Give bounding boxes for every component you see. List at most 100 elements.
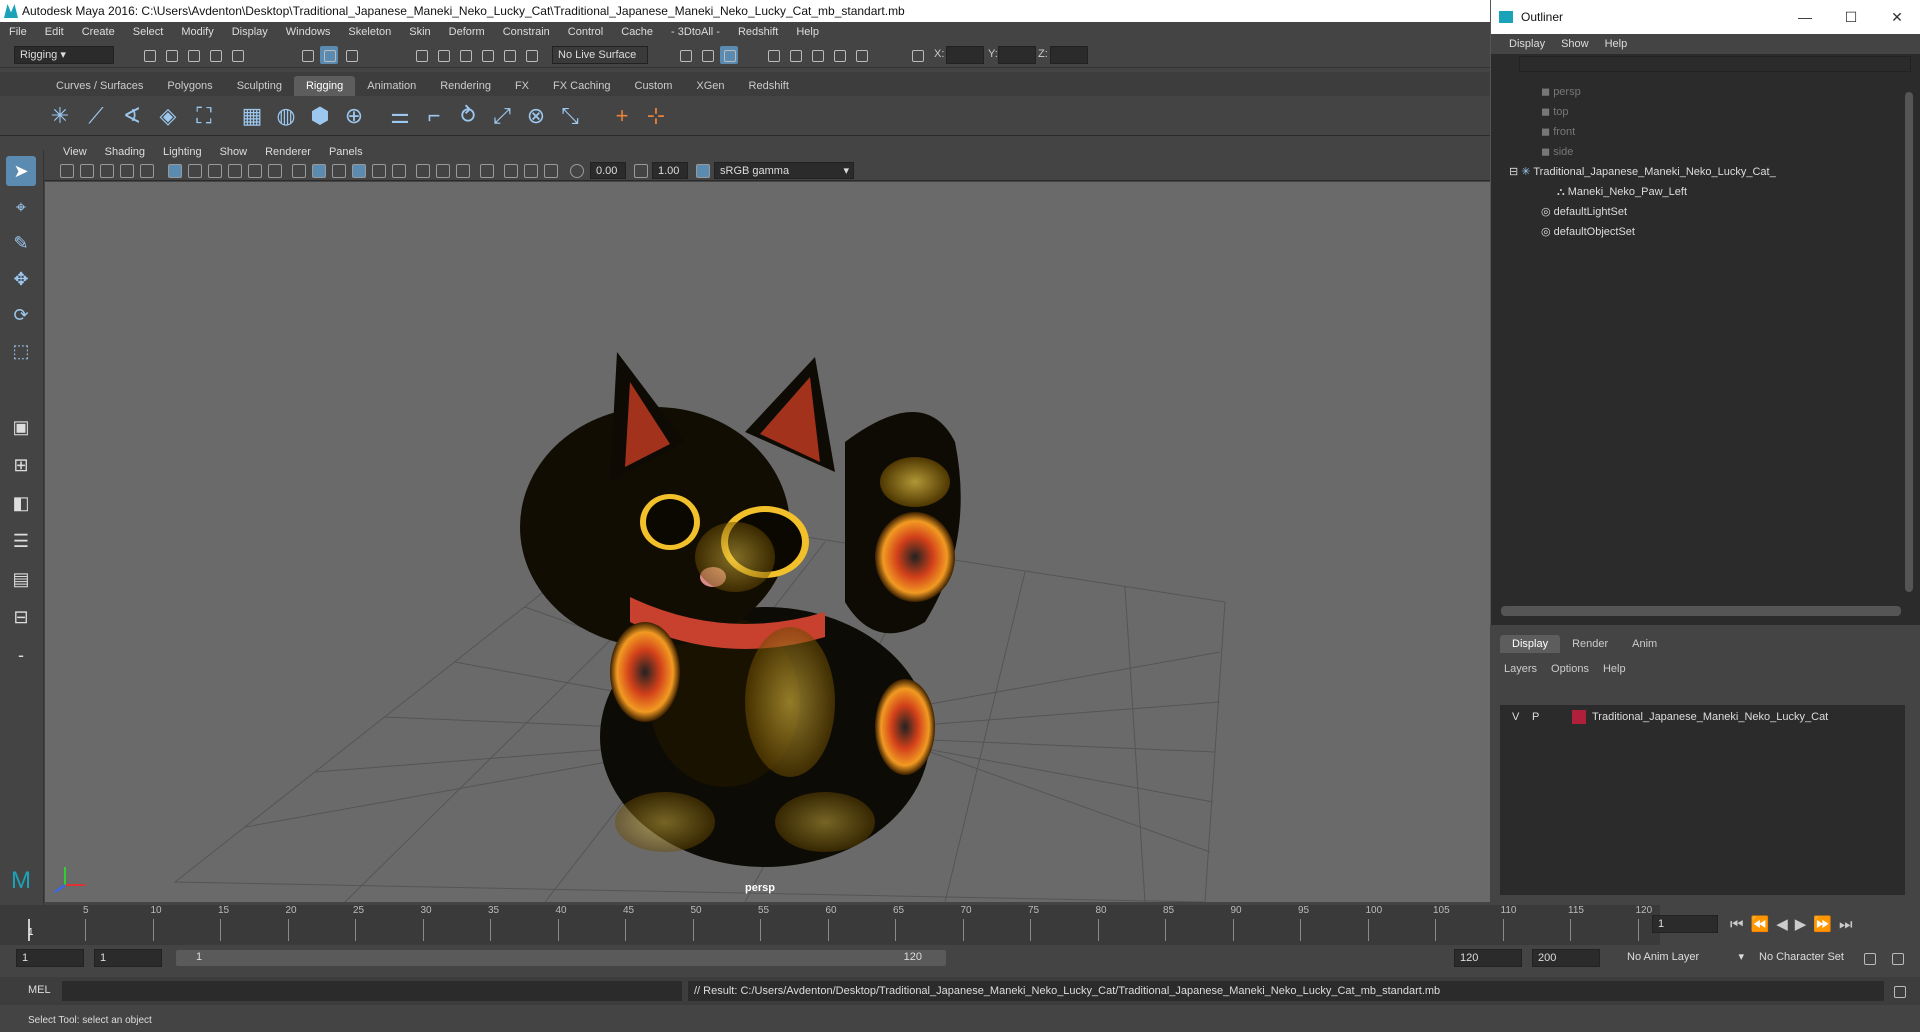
ik-spline-icon[interactable]: ∢	[118, 102, 146, 130]
layer-menu-options[interactable]: Options	[1551, 663, 1589, 675]
step-back-key-icon[interactable]: ⏪	[1751, 916, 1777, 933]
paint-select-icon[interactable]: ✎	[6, 228, 36, 258]
time-slider[interactable]: 1 5 10 15 20 25 30 35 40 45 50 55 60 65 70 75 80 85 90 95 1…	[0, 905, 1718, 945]
menu-edit[interactable]: Edit	[36, 26, 73, 38]
menu-select[interactable]: Select	[124, 26, 173, 38]
redshift-render-icon[interactable]	[830, 46, 848, 64]
wrap-icon[interactable]: ⬢	[306, 102, 334, 130]
paint-weights-icon[interactable]: ⌐	[420, 102, 448, 130]
outliner-menu-help[interactable]: Help	[1597, 38, 1636, 50]
playback-start-field[interactable]: 1	[94, 949, 162, 967]
start-time-field[interactable]: 1	[16, 949, 84, 967]
snap-point-icon[interactable]	[456, 46, 474, 64]
snap-surface-icon[interactable]	[500, 46, 518, 64]
ambient-occlusion-icon[interactable]	[480, 164, 494, 178]
shelf-tab-redshift[interactable]: Redshift	[737, 76, 801, 96]
playback-end-field[interactable]: 120	[1454, 949, 1522, 967]
menu-cache[interactable]: Cache	[612, 26, 662, 38]
lattice-icon[interactable]: ▦	[238, 102, 266, 130]
motion-blur-icon[interactable]	[504, 164, 518, 178]
shadows-icon[interactable]	[392, 164, 406, 178]
use-lights-icon[interactable]	[372, 164, 386, 178]
select-tool-icon[interactable]: ➤	[6, 156, 36, 186]
lasso-tool-icon[interactable]: ⌖	[6, 192, 36, 222]
step-back-icon[interactable]: ◀	[1776, 916, 1795, 933]
bind-skin-icon[interactable]: ⚌	[386, 102, 414, 130]
layer-visibility-toggle[interactable]: V	[1512, 707, 1519, 727]
image-plane-icon[interactable]	[120, 164, 134, 178]
select-hierarchy-icon[interactable]	[298, 46, 316, 64]
outliner-layout-icon[interactable]: ☰	[6, 526, 36, 556]
colorspace-dropdown[interactable]: sRGB gamma ▾	[714, 162, 854, 179]
shelf-tab-fx[interactable]: FX	[503, 76, 541, 96]
shelf-tab-polygons[interactable]: Polygons	[155, 76, 224, 96]
joint-tool-icon[interactable]: ✳	[46, 102, 74, 130]
outliner-item-paw[interactable]: ⛬ Maneki_Neko_Paw_Left	[1557, 182, 1687, 202]
transform-mode-icon[interactable]	[908, 46, 926, 64]
hypershade-icon[interactable]	[786, 46, 804, 64]
anim-layer-dropdown[interactable]: No Anim Layer ▾	[1622, 949, 1744, 967]
mel-label[interactable]: MEL	[28, 984, 51, 996]
menu-modify[interactable]: Modify	[172, 26, 222, 38]
cluster-icon[interactable]: ◍	[272, 102, 300, 130]
xray-icon[interactable]	[436, 164, 450, 178]
menu-redshift[interactable]: Redshift	[729, 26, 787, 38]
shelf-tab-custom[interactable]: Custom	[623, 76, 685, 96]
end-time-field[interactable]: 200	[1532, 949, 1600, 967]
render-region-icon[interactable]	[676, 46, 694, 64]
minimize-icon[interactable]: —	[1782, 0, 1828, 34]
outliner-item-top[interactable]: ◼ top	[1541, 102, 1568, 122]
sphere-render-icon[interactable]	[852, 46, 870, 64]
scale-tool-icon[interactable]: ⬚	[6, 336, 36, 366]
camera-select-icon[interactable]	[60, 164, 74, 178]
outliner-hscrollbar[interactable]	[1501, 606, 1901, 616]
save-scene-icon[interactable]	[184, 46, 202, 64]
shelf-tab-animation[interactable]: Animation	[355, 76, 428, 96]
menu-display[interactable]: Display	[223, 26, 277, 38]
film-gate-icon[interactable]	[188, 164, 202, 178]
color-management-icon[interactable]	[696, 164, 710, 178]
go-to-end-icon[interactable]: ⏭	[1839, 916, 1860, 933]
panel-menu-panels[interactable]: Panels	[320, 146, 372, 158]
collapse-icon[interactable]: -	[6, 640, 36, 670]
new-scene-icon[interactable]	[140, 46, 158, 64]
range-slider[interactable]: 1 120	[176, 950, 946, 966]
render-frame-icon[interactable]	[698, 46, 716, 64]
layer-tab-render[interactable]: Render	[1560, 635, 1620, 653]
smooth-skin-icon[interactable]: ⥁	[454, 102, 482, 130]
render-view-icon[interactable]	[808, 46, 826, 64]
step-forward-icon[interactable]: ⏩	[1813, 916, 1839, 933]
panel-menu-renderer[interactable]: Renderer	[256, 146, 320, 158]
shelf-tab-fx-caching[interactable]: FX Caching	[541, 76, 622, 96]
anim-prefs-icon[interactable]	[1888, 949, 1906, 967]
detach-skin-icon[interactable]: ⤡	[556, 102, 584, 130]
depth-of-field-icon[interactable]	[544, 164, 558, 178]
four-view-icon[interactable]: ⊞	[6, 450, 36, 480]
menu-3dtoall[interactable]: - 3DtoAll -	[662, 26, 729, 38]
two-view-icon[interactable]: ◧	[6, 488, 36, 518]
layer-tab-display[interactable]: Display	[1500, 635, 1561, 653]
x-field[interactable]	[946, 46, 984, 64]
render-settings-icon[interactable]	[764, 46, 782, 64]
wireframe-icon[interactable]	[292, 164, 306, 178]
live-surface-field[interactable]: No Live Surface	[552, 46, 648, 64]
shelf-tab-curves[interactable]: Curves / Surfaces	[44, 76, 155, 96]
rotate-tool-icon[interactable]: ⟳	[6, 300, 36, 330]
ipr-render-icon[interactable]	[720, 46, 738, 64]
snap-vertex-icon[interactable]	[522, 46, 540, 64]
field-chart-icon[interactable]	[248, 164, 262, 178]
outliner-filter-input[interactable]	[1519, 56, 1911, 72]
panel-menu-view[interactable]: View	[54, 146, 96, 158]
close-icon[interactable]: ✕	[1874, 0, 1920, 34]
menu-set-dropdown[interactable]: Rigging ▾	[14, 46, 114, 64]
resolution-gate-icon[interactable]	[208, 164, 222, 178]
auto-key-icon[interactable]	[1860, 949, 1878, 967]
custom-layout-icon[interactable]: ⊟	[6, 602, 36, 632]
play-icon[interactable]: ▶	[1795, 916, 1814, 933]
current-frame-field[interactable]: 1	[1652, 915, 1718, 933]
menu-skeleton[interactable]: Skeleton	[339, 26, 400, 38]
graph-layout-icon[interactable]: ▤	[6, 564, 36, 594]
collapse-toggle-icon[interactable]: ⊟	[1509, 166, 1521, 178]
influence-icon[interactable]: ⊗	[522, 102, 550, 130]
menu-windows[interactable]: Windows	[277, 26, 340, 38]
